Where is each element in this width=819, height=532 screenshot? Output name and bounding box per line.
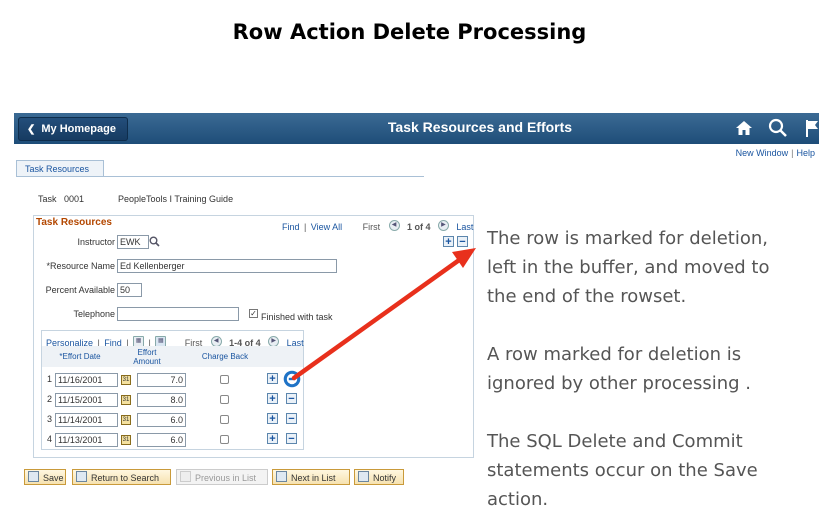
section-last-link[interactable]: Last (456, 222, 473, 232)
section-first-label: First (362, 222, 381, 232)
return-to-search-button[interactable]: Return to Search (72, 469, 171, 485)
row-number: 2 (46, 394, 52, 404)
link-separator: | (791, 148, 794, 158)
task-id: 0001 (64, 194, 85, 204)
next-in-list-button[interactable]: Next in List (272, 469, 350, 485)
row-number: 1 (46, 374, 52, 384)
save-label: Save (43, 473, 64, 483)
search-icon[interactable] (768, 118, 788, 138)
col-charge-back[interactable]: Charge Back (195, 352, 255, 361)
telephone-label: Telephone (73, 309, 115, 319)
section-view-all-link[interactable]: View All (311, 222, 342, 232)
col-effort-date[interactable]: *Effort Date (50, 352, 110, 361)
section-range: 1 of 4 (406, 222, 431, 232)
delete-row-button[interactable]: − (457, 236, 468, 248)
note-line: A row marked for deletion is (487, 344, 742, 365)
save-icon (28, 471, 39, 482)
note-line: statements occur on the Save (487, 460, 758, 481)
effort-date-field[interactable]: 11/15/2001 (55, 393, 118, 407)
previous-in-list-button[interactable]: Previous in List (176, 469, 268, 485)
calendar-icon[interactable]: 31 (121, 435, 131, 445)
tab-task-resources[interactable]: Task Resources (16, 160, 104, 176)
charge-back-checkbox[interactable] (220, 415, 229, 424)
note-paragraph-2: A row marked for deletion is ignored by … (487, 340, 751, 398)
notify-label: Notify (373, 473, 397, 483)
charge-back-checkbox[interactable] (220, 435, 229, 444)
home-icon[interactable] (734, 119, 754, 137)
add-row-button[interactable]: + (443, 236, 454, 248)
task-description: PeopleTools I Training Guide (118, 194, 234, 204)
calendar-icon[interactable]: 31 (121, 375, 131, 385)
section-nav: Find | View All First ◀ 1 of 4 ▶ Last (282, 217, 473, 235)
row-number: 4 (46, 434, 52, 444)
nav-separator: | (303, 222, 307, 232)
charge-back-checkbox[interactable] (220, 395, 229, 404)
add-row-button[interactable]: + (267, 393, 278, 405)
note-paragraph-1: The row is marked for deletion, left in … (487, 224, 770, 311)
next-icon (276, 471, 287, 482)
notify-icon (358, 471, 369, 482)
calendar-icon[interactable]: 31 (121, 415, 131, 425)
effort-amount-field[interactable]: 6.0 (137, 413, 186, 427)
effort-amount-field[interactable]: 6.0 (137, 433, 186, 447)
instructor-label: Instructor (77, 237, 115, 247)
note-line: ignored by other processing . (487, 373, 751, 394)
task-label: Task (38, 194, 57, 204)
finished-checkbox[interactable]: ✓ (249, 309, 258, 318)
resource-name-field[interactable]: Ed Kellenberger (117, 259, 337, 273)
delete-row-button[interactable]: − (286, 413, 297, 425)
note-line: left in the buffer, and moved to (487, 257, 770, 278)
add-row-button[interactable]: + (267, 413, 278, 425)
note-line: the end of the rowset. (487, 286, 687, 307)
page-title: Task Resources and Efforts (387, 119, 573, 135)
flag-icon[interactable] (804, 118, 819, 138)
save-button[interactable]: Save (24, 469, 66, 485)
note-line: The SQL Delete and Commit (487, 431, 743, 452)
calendar-icon[interactable]: 31 (121, 395, 131, 405)
percent-available-field[interactable]: 50 (117, 283, 142, 297)
delete-row-button[interactable]: − (286, 433, 297, 445)
lookup-search-icon[interactable] (149, 236, 160, 247)
return-icon (76, 471, 87, 482)
slide-title: Row Action Delete Processing (232, 20, 587, 44)
delete-row-button-highlighted[interactable] (283, 370, 301, 388)
new-window-link[interactable]: New Window (736, 148, 789, 158)
previous-icon (180, 471, 191, 482)
section-next-icon[interactable]: ▶ (437, 220, 449, 232)
resource-name-label: *Resource Name (46, 261, 115, 271)
add-row-button[interactable]: + (267, 373, 278, 385)
section-find-link[interactable]: Find (282, 222, 300, 232)
header-links: New Window | Help (736, 148, 815, 158)
note-paragraph-3: The SQL Delete and Commit statements occ… (487, 427, 758, 514)
effort-amount-field[interactable]: 8.0 (137, 393, 186, 407)
chevron-left-icon: ❮ (27, 124, 36, 135)
effort-date-field[interactable]: 11/14/2001 (55, 413, 118, 427)
telephone-field[interactable] (117, 307, 239, 321)
my-homepage-button[interactable]: ❮ My Homepage (18, 117, 128, 141)
percent-available-label: Percent Available (45, 285, 115, 295)
home-button-label: My Homepage (41, 123, 116, 135)
charge-back-checkbox[interactable] (220, 375, 229, 384)
tab-divider (16, 176, 424, 177)
row-number: 3 (46, 414, 52, 424)
col-effort-amount[interactable]: Effort Amount (131, 348, 163, 366)
help-link[interactable]: Help (796, 148, 815, 158)
notify-button[interactable]: Notify (354, 469, 404, 485)
section-prev-icon[interactable]: ◀ (388, 220, 400, 232)
return-label: Return to Search (91, 473, 160, 483)
instructor-field[interactable]: EWK (117, 235, 149, 249)
finished-label: Finished with task (261, 312, 333, 322)
add-row-button[interactable]: + (267, 433, 278, 445)
next-label: Next in List (291, 473, 336, 483)
previous-label: Previous in List (195, 473, 257, 483)
effort-date-field[interactable]: 11/13/2001 (55, 433, 118, 447)
delete-row-button[interactable]: − (286, 393, 297, 405)
effort-amount-field[interactable]: 7.0 (137, 373, 186, 387)
note-line: action. (487, 489, 549, 510)
note-line: The row is marked for deletion, (487, 228, 768, 249)
section-title: Task Resources (36, 217, 112, 228)
effort-date-field[interactable]: 11/16/2001 (55, 373, 118, 387)
